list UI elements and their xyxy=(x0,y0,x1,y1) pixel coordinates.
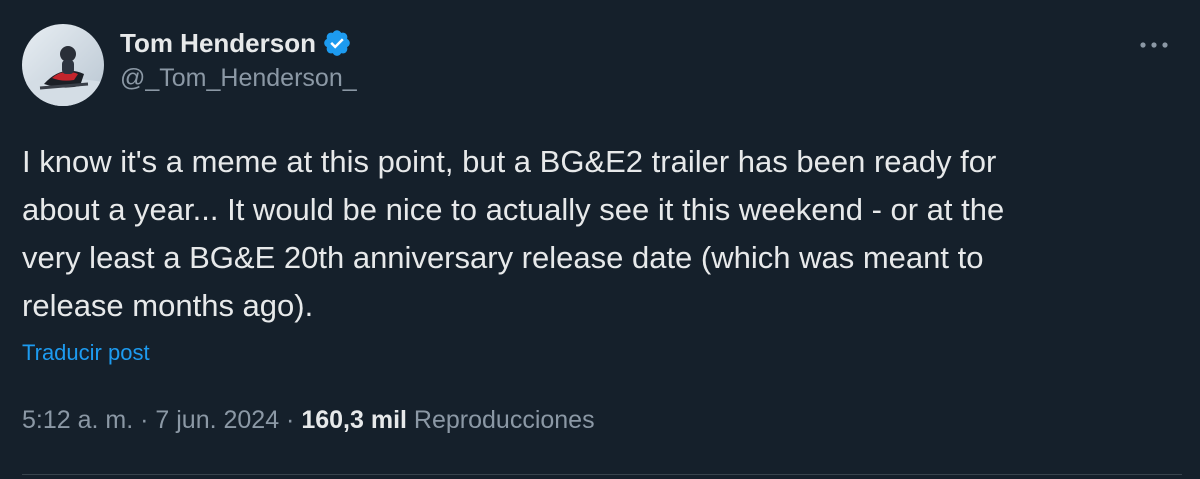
meta-separator: · xyxy=(133,406,156,434)
translate-post-link[interactable]: Traducir post xyxy=(22,340,150,366)
user-handle[interactable]: @_Tom_Henderson_ xyxy=(120,64,357,93)
avatar-image xyxy=(22,24,104,106)
views-label: Reproducciones xyxy=(413,406,595,434)
more-options-icon[interactable] xyxy=(1134,30,1174,60)
verified-badge-icon[interactable] xyxy=(322,28,352,58)
post-text: I know it's a meme at this point, but a … xyxy=(22,144,1005,323)
divider xyxy=(22,474,1182,475)
post-date[interactable]: 7 jun. 2024 xyxy=(155,406,279,434)
post-time[interactable]: 5:12 a. m. xyxy=(22,406,133,434)
name-row: Tom Henderson xyxy=(120,26,357,60)
display-name[interactable]: Tom Henderson xyxy=(120,28,316,59)
tweet: Tom Henderson @_Tom_Henderson_ I know it… xyxy=(0,0,1200,479)
meta-separator: · xyxy=(279,406,302,434)
avatar[interactable] xyxy=(22,24,104,106)
author-info: Tom Henderson @_Tom_Henderson_ xyxy=(120,26,357,93)
post-meta: 5:12 a. m. · 7 jun. 2024 · 160,3 mil Rep… xyxy=(22,406,595,435)
views-count: 160,3 mil xyxy=(301,406,407,434)
